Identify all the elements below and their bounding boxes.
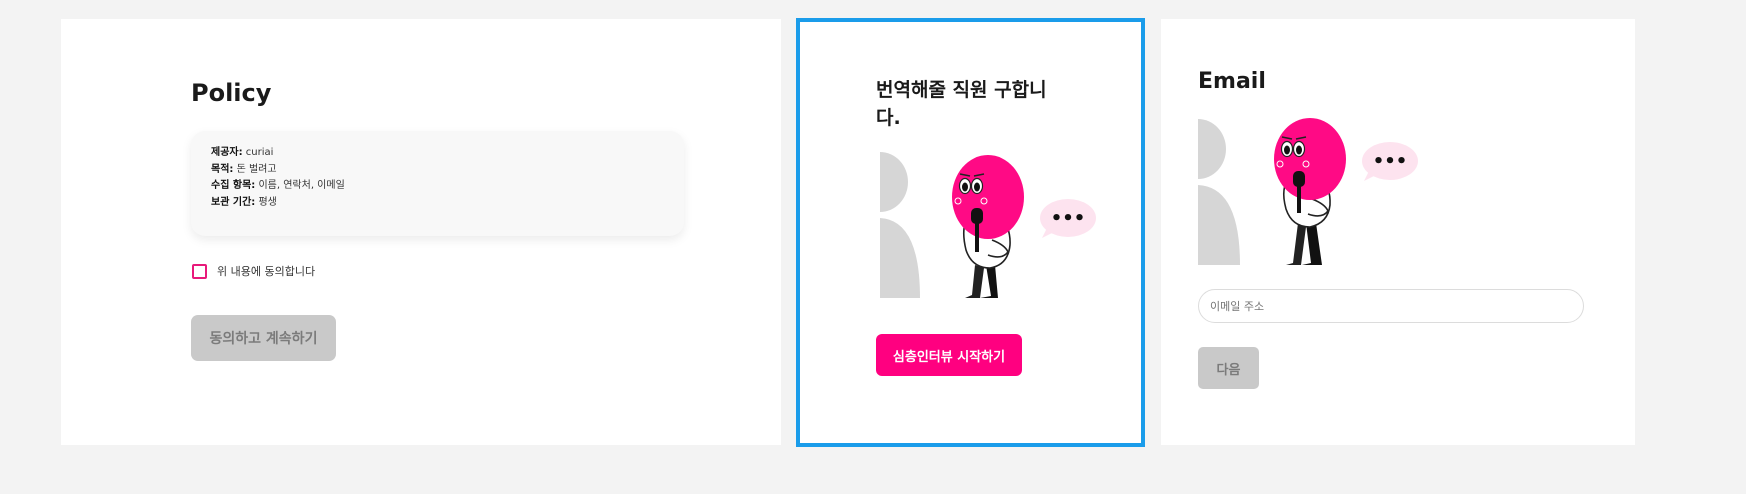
character-head	[1274, 118, 1346, 200]
policy-collected-items-value: 이름, 연락처, 이메일	[255, 180, 345, 191]
character-head	[952, 155, 1024, 239]
policy-retention-label: 보관 기간:	[211, 196, 256, 208]
email-illustration: •••	[1198, 118, 1418, 265]
policy-collected-items-row: 수집 항목: 이름, 연락처, 이메일	[211, 178, 664, 195]
start-interview-button[interactable]: 심층인터뷰 시작하기	[876, 334, 1022, 376]
policy-provider-label: 제공자:	[211, 147, 243, 158]
policy-purpose-row: 목적: 돈 벌려고	[211, 162, 664, 179]
email-panel: Email ••• 다음	[1161, 19, 1635, 445]
decor-shape-bottom	[1198, 185, 1240, 265]
interviewer-illustration: •••	[880, 152, 1096, 298]
svg-text:•••: •••	[1051, 208, 1086, 229]
policy-collected-items-label: 수집 항목:	[211, 180, 256, 191]
policy-title: Policy	[191, 79, 272, 107]
agree-checkbox[interactable]	[192, 263, 207, 279]
decor-shape-top	[880, 152, 908, 212]
recruit-panel[interactable]: 번역해줄 직원 구합니다. ••• 심층인터뷰 시작하기	[796, 18, 1145, 447]
policy-provider-row: 제공자: curiai	[211, 145, 664, 162]
policy-retention-row: 보관 기간: 평생	[211, 195, 664, 212]
decor-shape-top	[1198, 119, 1226, 179]
decor-shape-bottom	[880, 218, 920, 298]
agree-continue-button[interactable]: 동의하고 계속하기	[191, 315, 336, 361]
policy-details-card: 제공자: curiai 목적: 돈 벌려고 수집 항목: 이름, 연락처, 이메…	[191, 131, 684, 236]
speech-bubble-icon: •••	[1040, 199, 1096, 238]
svg-text:•••: •••	[1373, 151, 1408, 172]
agree-label[interactable]: 위 내용에 동의합니다	[217, 263, 315, 279]
agree-row[interactable]: 위 내용에 동의합니다	[192, 263, 315, 279]
policy-provider-value: curiai	[242, 147, 274, 158]
policy-panel: Policy 제공자: curiai 목적: 돈 벌려고 수집 항목: 이름, …	[61, 19, 781, 445]
recruit-title: 번역해줄 직원 구합니다.	[876, 79, 1047, 129]
speech-bubble-icon: •••	[1362, 142, 1418, 181]
email-input[interactable]	[1198, 289, 1584, 323]
policy-purpose-label: 목적:	[211, 163, 234, 175]
next-button[interactable]: 다음	[1198, 347, 1259, 389]
policy-purpose-value: 돈 벌려고	[233, 163, 277, 175]
email-title: Email	[1198, 69, 1266, 94]
policy-retention-value: 평생	[255, 196, 277, 208]
